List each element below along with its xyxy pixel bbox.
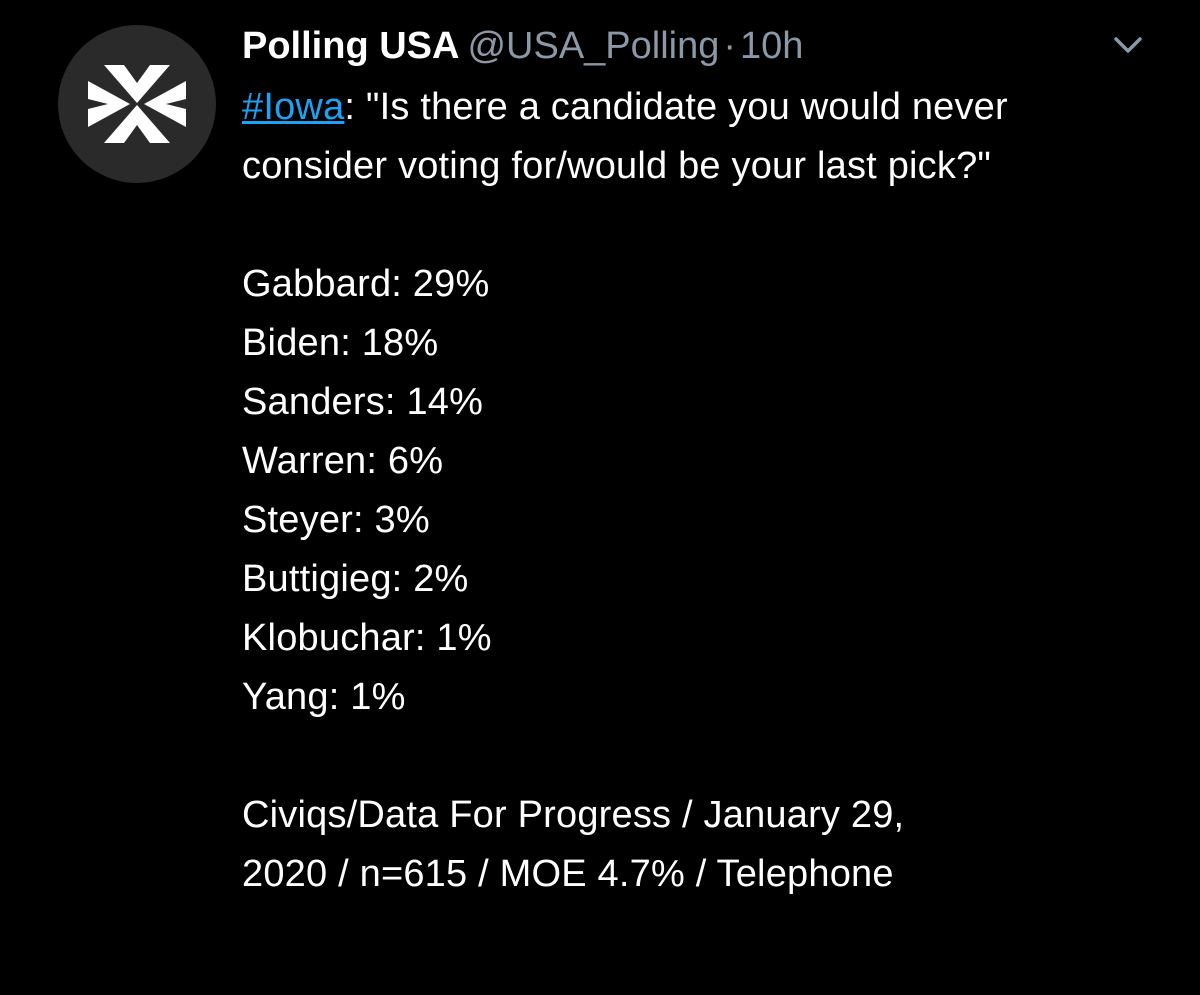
poll-results-list: Gabbard: 29% Biden: 18% Sanders: 14% War… — [242, 255, 1142, 727]
tweet[interactable]: Polling USA @USA_Polling · 10h #Iowa: "Is t… — [0, 0, 1200, 995]
result-row-warren: Warren: 6% — [242, 440, 444, 482]
result-row-yang: Yang: 1% — [242, 676, 406, 718]
polling-usa-logo-icon — [88, 65, 186, 143]
tweet-question: #Iowa: "Is there a candidate you would n… — [242, 78, 1142, 196]
result-row-biden: Biden: 18% — [242, 322, 439, 364]
avatar[interactable] — [58, 25, 216, 183]
tweet-content: Polling USA @USA_Polling · 10h #Iowa: "Is t… — [242, 18, 1142, 904]
result-row-sanders: Sanders: 14% — [242, 381, 484, 423]
hashtag-link[interactable]: #Iowa — [242, 86, 344, 128]
tweet-text: #Iowa: "Is there a candidate you would n… — [242, 78, 1142, 904]
user-handle[interactable]: @USA_Polling — [467, 25, 719, 67]
source-line-1: Civiqs/Data For Progress / January 29, — [242, 794, 905, 836]
result-row-buttigieg: Buttigieg: 2% — [242, 558, 469, 600]
poll-source: Civiqs/Data For Progress / January 29, 2… — [242, 786, 1142, 904]
result-row-steyer: Steyer: 3% — [242, 499, 430, 541]
tweet-header: Polling USA @USA_Polling · 10h — [242, 18, 1142, 74]
question-text: : "Is there a candidate you would never … — [242, 86, 1008, 187]
result-row-klobuchar: Klobuchar: 1% — [242, 617, 492, 659]
source-line-2: 2020 / n=615 / MOE 4.7% / Telephone — [242, 853, 894, 895]
separator-dot: · — [723, 25, 737, 67]
tweet-timestamp[interactable]: 10h — [740, 25, 803, 67]
display-name[interactable]: Polling USA — [242, 25, 459, 67]
result-row-gabbard: Gabbard: 29% — [242, 263, 490, 305]
